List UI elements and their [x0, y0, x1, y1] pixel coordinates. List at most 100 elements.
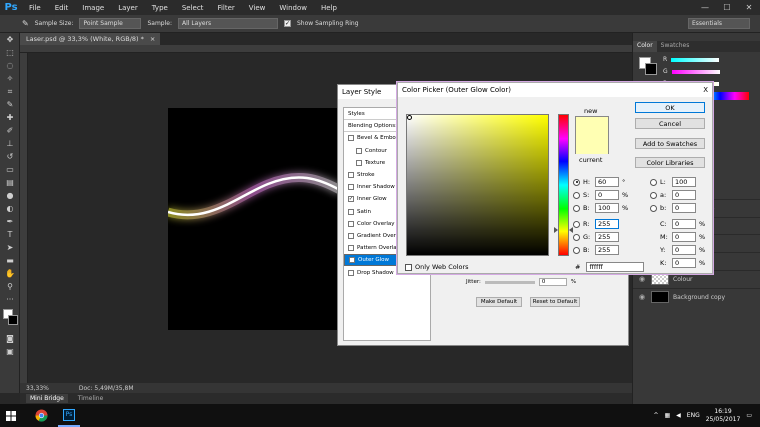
menu-edit[interactable]: Edit: [48, 4, 76, 12]
chrome-icon[interactable]: [30, 404, 52, 427]
zoom-level[interactable]: 33,33%: [26, 385, 49, 392]
shape-tool-icon[interactable]: ▬: [0, 254, 20, 267]
hsb-radio[interactable]: [573, 204, 580, 212]
hue-slider[interactable]: [554, 114, 573, 256]
slider-r[interactable]: R: [663, 56, 720, 63]
panel-background-swatch[interactable]: [645, 63, 657, 75]
crop-tool-icon[interactable]: ⌗: [0, 85, 20, 98]
tab-mini-bridge[interactable]: Mini Bridge: [26, 394, 68, 403]
stamp-tool-icon[interactable]: ⊥: [0, 137, 20, 150]
hsb-input[interactable]: 100: [595, 203, 619, 213]
style-checkbox[interactable]: ✓: [349, 257, 355, 264]
zoom-tool-icon[interactable]: ⚲: [0, 280, 20, 293]
menu-image[interactable]: Image: [75, 4, 111, 12]
show-sampling-ring-checkbox[interactable]: ✓: [283, 20, 291, 27]
menu-help[interactable]: Help: [314, 4, 344, 12]
clock[interactable]: 16:19 25/05/2017: [706, 408, 741, 424]
network-icon[interactable]: ▦: [665, 412, 671, 419]
eraser-tool-icon[interactable]: ▭: [0, 163, 20, 176]
cmyk-input[interactable]: 0: [672, 219, 696, 229]
pen-tool-icon[interactable]: ✒: [0, 215, 20, 228]
style-checkbox[interactable]: ✓: [348, 196, 354, 203]
maximize-icon[interactable]: ☐: [716, 0, 738, 15]
visibility-eye-icon[interactable]: ◉: [633, 275, 651, 283]
quick-select-tool-icon[interactable]: ✧: [0, 72, 20, 85]
volume-icon[interactable]: ◀: [676, 412, 681, 419]
lab-input[interactable]: 100: [672, 177, 696, 187]
healing-brush-icon[interactable]: ✚: [0, 111, 20, 124]
tray-chevron-icon[interactable]: ^: [653, 412, 658, 419]
style-checkbox[interactable]: [356, 147, 362, 154]
menu-view[interactable]: View: [242, 4, 273, 12]
saturation-brightness-field[interactable]: [406, 114, 549, 256]
rgb-radio[interactable]: [573, 233, 580, 241]
cmyk-input[interactable]: 0: [672, 258, 696, 268]
hsb-input[interactable]: 60: [595, 177, 619, 187]
slider-g[interactable]: G: [663, 68, 720, 75]
hsb-radio[interactable]: [573, 178, 580, 186]
style-checkbox[interactable]: [348, 208, 354, 215]
windows-start-icon[interactable]: [0, 404, 22, 427]
rgb-radio[interactable]: [573, 220, 580, 228]
rgb-input[interactable]: 255: [595, 219, 619, 229]
cancel-button[interactable]: Cancel: [635, 118, 705, 129]
style-checkbox[interactable]: [348, 135, 354, 142]
lasso-tool-icon[interactable]: ◌: [0, 59, 20, 72]
sample-size-select[interactable]: Point Sample: [79, 18, 142, 29]
language-indicator[interactable]: ENG: [687, 412, 700, 419]
gradient-tool-icon[interactable]: ▤: [0, 176, 20, 189]
more-tools-icon[interactable]: ···: [0, 293, 20, 306]
rgb-radio[interactable]: [573, 246, 580, 254]
lab-input[interactable]: 0: [672, 190, 696, 200]
jitter-input[interactable]: 0: [538, 278, 567, 286]
add-to-swatches-button[interactable]: Add to Swatches: [635, 138, 705, 149]
path-select-icon[interactable]: ➤: [0, 241, 20, 254]
only-web-colors-checkbox[interactable]: [405, 263, 412, 271]
jitter-slider[interactable]: [484, 280, 535, 284]
menu-filter[interactable]: Filter: [210, 4, 241, 12]
style-checkbox[interactable]: [348, 172, 354, 179]
tab-swatches[interactable]: Swatches: [657, 41, 694, 52]
hex-input[interactable]: ffffff: [586, 262, 645, 272]
rgb-input[interactable]: 255: [595, 232, 619, 242]
eyedropper-tool-icon[interactable]: ✎: [22, 19, 29, 28]
cmyk-input[interactable]: 0: [672, 245, 696, 255]
close-dialog-icon[interactable]: X: [703, 86, 708, 94]
hand-tool-icon[interactable]: ✋: [0, 267, 20, 280]
blur-tool-icon[interactable]: ●: [0, 189, 20, 202]
background-color-swatch[interactable]: [8, 315, 18, 325]
workspace-select[interactable]: Essentials: [688, 18, 750, 29]
menu-type[interactable]: Type: [145, 4, 175, 12]
hsb-radio[interactable]: [573, 191, 580, 199]
dodge-tool-icon[interactable]: ◐: [0, 202, 20, 215]
menu-layer[interactable]: Layer: [111, 4, 145, 12]
sample-select[interactable]: All Layers: [177, 18, 278, 29]
lab-radio[interactable]: [650, 191, 657, 199]
menu-file[interactable]: File: [22, 4, 48, 12]
lab-radio[interactable]: [650, 204, 657, 212]
document-tab[interactable]: Laser.psd @ 33,3% (White, RGB/8) * ×: [20, 33, 160, 45]
hsb-input[interactable]: 0: [595, 190, 619, 200]
style-checkbox[interactable]: [348, 232, 354, 239]
color-libraries-button[interactable]: Color Libraries: [635, 157, 705, 168]
eyedropper-icon[interactable]: ✎: [0, 98, 20, 111]
type-tool-icon[interactable]: T: [0, 228, 20, 241]
menu-select[interactable]: Select: [175, 4, 211, 12]
lab-input[interactable]: 0: [672, 203, 696, 213]
tab-color[interactable]: Color: [633, 41, 657, 52]
hue-slider-handle-left[interactable]: [554, 227, 558, 233]
style-checkbox[interactable]: [348, 245, 354, 252]
quick-mask-icon[interactable]: ◙: [0, 332, 20, 345]
layer-row[interactable]: ◉ Background copy: [633, 288, 760, 305]
cmyk-input[interactable]: 0: [672, 232, 696, 242]
visibility-eye-icon[interactable]: ◉: [633, 293, 651, 301]
brush-tool-icon[interactable]: ✐: [0, 124, 20, 137]
minimize-icon[interactable]: —: [694, 0, 716, 15]
lab-radio[interactable]: [650, 178, 657, 186]
current-color-swatch[interactable]: [576, 136, 608, 154]
notifications-icon[interactable]: ▭: [746, 412, 752, 419]
photoshop-taskbar-icon[interactable]: Ps: [58, 404, 80, 427]
artboard[interactable]: [168, 108, 340, 330]
close-tab-icon[interactable]: ×: [150, 35, 155, 43]
tab-timeline[interactable]: Timeline: [78, 395, 104, 402]
